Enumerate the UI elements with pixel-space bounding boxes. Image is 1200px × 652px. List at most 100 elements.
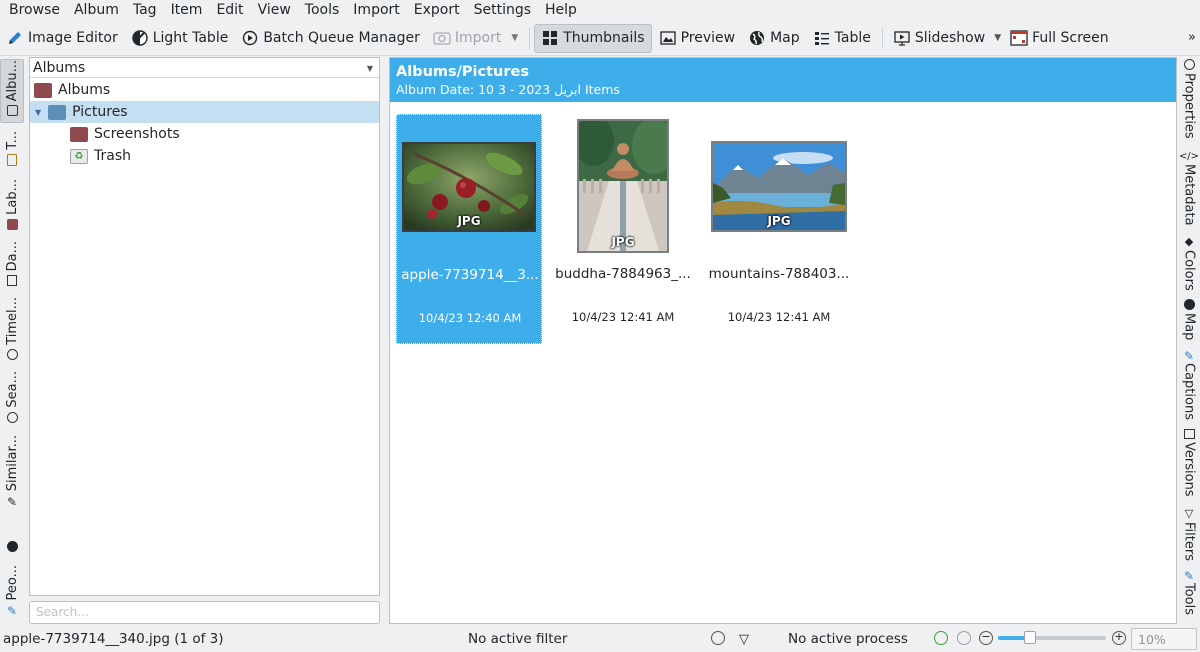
slideshow-button[interactable]: Slideshow <box>887 24 991 53</box>
similarity-icon: ✎ <box>6 495 18 510</box>
zoom-slider-handle[interactable] <box>1024 631 1037 644</box>
table-button[interactable]: Table <box>807 24 877 53</box>
tree-item-pictures[interactable]: ▼ Pictures <box>30 101 379 123</box>
expand-arrow-icon[interactable]: ▼ <box>35 108 41 117</box>
full-screen-icon <box>1010 29 1028 47</box>
globe-icon <box>6 541 18 552</box>
jpg-badge: JPG <box>767 214 791 228</box>
label-icon <box>6 218 18 230</box>
tab-properties[interactable]: Properties <box>1178 59 1200 145</box>
tab-captions[interactable]: ✎ Captions <box>1178 349 1200 423</box>
thumbnails-button[interactable]: Thumbnails <box>534 23 652 53</box>
slideshow-dropdown[interactable]: ▼ <box>992 24 1003 53</box>
menu-import[interactable]: Import <box>346 0 406 21</box>
menu-tag[interactable]: Tag <box>126 0 164 21</box>
menu-tools[interactable]: Tools <box>298 0 347 21</box>
image-editor-button[interactable]: Image Editor <box>0 24 124 53</box>
toolbar-overflow-icon[interactable]: » <box>1188 30 1196 45</box>
menu-view[interactable]: View <box>251 0 298 21</box>
full-screen-button[interactable]: Full Screen <box>1004 24 1115 53</box>
menu-item[interactable]: Item <box>164 0 210 21</box>
album-search-input[interactable]: Search... <box>29 601 380 624</box>
tab-metadata[interactable]: </> Metadata <box>1178 151 1200 229</box>
thumbnail-item-apple[interactable]: JPG apple-7739714__3... 10/4/23 12:40 AM <box>396 114 542 344</box>
album-tree-panel: Albums ▼ Albums ▼ Pictures Screenshots ♻… <box>29 57 380 596</box>
pencil-icon: ✎ <box>1183 569 1195 583</box>
zoom-100-icon[interactable] <box>957 631 971 645</box>
tab-timeline[interactable]: Timel... <box>0 297 24 365</box>
thumbnail-date: 10/4/23 12:40 AM <box>418 311 522 325</box>
tab-tags[interactable]: T... <box>0 131 24 175</box>
tab-tools-label: Tools <box>1181 583 1197 616</box>
menu-help[interactable]: Help <box>538 0 584 21</box>
search-icon <box>6 411 18 423</box>
tree-item-albums[interactable]: Albums <box>30 79 379 101</box>
thumbnails-label: Thumbnails <box>563 30 645 46</box>
menu-export[interactable]: Export <box>407 0 467 21</box>
thumbnail-image: JPG <box>402 142 536 232</box>
image-icon <box>659 29 677 47</box>
zoom-slider[interactable] <box>998 631 1106 644</box>
tab-map[interactable] <box>0 541 24 557</box>
chevron-down-icon: ▼ <box>366 64 373 73</box>
batch-queue-label: Batch Queue Manager <box>263 30 420 46</box>
tab-versions[interactable]: Versions <box>1178 429 1200 501</box>
tree-item-trash[interactable]: ♻ Trash <box>30 145 379 167</box>
tab-labels[interactable]: Lab... <box>0 179 24 235</box>
menu-album[interactable]: Album <box>67 0 126 21</box>
light-table-button[interactable]: Light Table <box>125 24 235 53</box>
thumbnail-item-buddha[interactable]: JPG buddha-7884963_... 10/4/23 12:41 AM <box>550 114 696 344</box>
menu-edit[interactable]: Edit <box>209 0 250 21</box>
image-editor-label: Image Editor <box>28 30 118 46</box>
thumbnail-item-mountains[interactable]: JPG mountains-788403... 10/4/23 12:41 AM <box>706 114 852 344</box>
chevron-down-icon[interactable]: ▼ <box>511 33 518 43</box>
zoom-level-input[interactable]: 10% <box>1131 628 1197 650</box>
globe-icon <box>1183 299 1195 310</box>
reset-filter-icon[interactable] <box>711 631 725 645</box>
menu-browse[interactable]: Browse <box>2 0 67 21</box>
tab-map-right[interactable]: Map <box>1178 299 1200 345</box>
table-icon <box>813 29 831 47</box>
tab-versions-label: Versions <box>1181 442 1197 497</box>
map-label: Map <box>770 30 800 46</box>
import-button[interactable]: Import ▼ <box>427 24 524 53</box>
toolbar-separator <box>529 27 531 49</box>
map-button[interactable]: Map <box>742 24 806 53</box>
tab-albums-label: Albu... <box>4 60 20 102</box>
thumbnail-image: JPG <box>577 119 669 253</box>
tab-colors[interactable]: ◆ Colors <box>1178 235 1200 295</box>
zoom-out-icon[interactable]: − <box>979 631 993 645</box>
status-current-file: apple-7739714__340.jpg (1 of 3) <box>3 631 224 647</box>
menu-settings[interactable]: Settings <box>467 0 538 21</box>
tree-item-label: Screenshots <box>94 126 180 142</box>
album-folder-icon <box>34 82 52 98</box>
tab-people[interactable]: Peo... ✎ <box>0 565 24 621</box>
zoom-in-icon[interactable]: + <box>1112 631 1126 645</box>
fit-zoom-icon[interactable] <box>934 631 948 645</box>
calendar-icon <box>7 275 17 287</box>
tab-dates[interactable]: Da... <box>0 241 24 289</box>
search-placeholder: Search... <box>36 605 89 619</box>
thumbnail-date: 10/4/23 12:41 AM <box>727 310 831 324</box>
tab-albums[interactable]: Albu... <box>0 59 24 123</box>
tab-metadata-label: Metadata <box>1181 164 1197 226</box>
tab-similarity[interactable]: Similar... ✎ <box>0 435 24 511</box>
color-drop-icon: ◆ <box>1184 235 1194 248</box>
batch-queue-button[interactable]: Batch Queue Manager <box>235 24 426 53</box>
tab-tools[interactable]: ✎ Tools <box>1178 569 1200 621</box>
light-table-label: Light Table <box>152 30 229 46</box>
jpg-badge: JPG <box>457 214 481 228</box>
tab-labels-label: Lab... <box>4 179 20 215</box>
preview-button[interactable]: Preview <box>653 24 742 53</box>
tab-filters[interactable]: ▽ Filters <box>1178 507 1200 565</box>
tree-item-screenshots[interactable]: Screenshots <box>30 123 379 145</box>
tree-item-label: Albums <box>58 82 111 98</box>
right-sidebar-tabs: Properties </> Metadata ◆ Colors Map ✎ C… <box>1177 57 1200 625</box>
filter-icon[interactable]: ▽ <box>739 632 749 647</box>
album-icon <box>6 105 18 117</box>
globe-icon <box>748 29 766 47</box>
tab-dates-label: Da... <box>4 241 20 272</box>
thumbnails-icon <box>541 29 559 47</box>
album-combo[interactable]: Albums ▼ <box>30 58 379 78</box>
tab-search[interactable]: Sea... <box>0 371 24 429</box>
